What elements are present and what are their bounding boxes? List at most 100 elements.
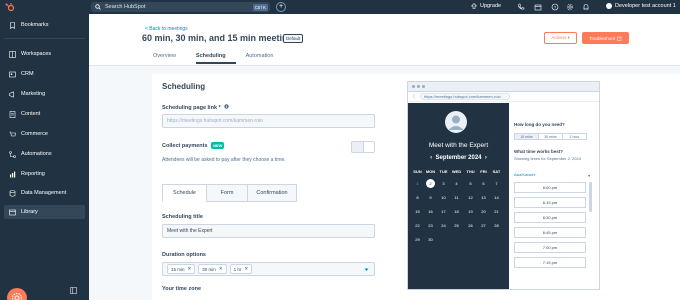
account-menu[interactable]: Developer test account 1 <box>606 3 676 9</box>
help-assistant-button[interactable] <box>7 288 27 300</box>
scheduling-title-input[interactable]: Meet with the Expert <box>162 224 375 238</box>
upgrade-button[interactable]: Upgrade <box>471 3 501 9</box>
calendar-day[interactable]: 15 <box>411 209 424 214</box>
sidebar-item-commerce[interactable]: Commerce <box>4 127 85 141</box>
remove-chip-icon[interactable]: ✕ <box>244 266 248 272</box>
calendar-day[interactable]: 5 <box>464 181 477 186</box>
back-arrow-icon <box>412 94 416 99</box>
calendar-day[interactable]: 1 <box>411 181 424 186</box>
scheduling-link-input[interactable]: https://meetings.hubspot.com/kammen-roio <box>162 114 375 128</box>
actions-dropdown-button[interactable]: Actions ▾ <box>544 32 577 44</box>
duration-chip[interactable]: 15 min ✕ <box>167 264 196 274</box>
sidebar-item-bookmarks[interactable]: Bookmarks <box>4 18 85 32</box>
phone-icon[interactable] <box>517 3 525 11</box>
sidebar-item-library[interactable]: Library <box>4 205 85 219</box>
remove-chip-icon[interactable]: ✕ <box>219 266 223 272</box>
time-picker-panel: How long do you need? 15 mins 30 mins 1 … <box>509 103 599 289</box>
search-shortcut: Ctrl K <box>252 3 268 11</box>
slots-scrollbar[interactable] <box>589 182 592 212</box>
create-new-button[interactable]: + <box>276 2 286 12</box>
calendar-day[interactable]: 7 <box>490 181 503 186</box>
time-slot-button[interactable]: 6:00 pm <box>514 182 586 193</box>
sidebar-item-label: CRM <box>21 71 34 77</box>
tab-scheduling[interactable]: Scheduling <box>195 53 236 64</box>
time-slot-button[interactable]: 6:45 pm <box>514 227 586 238</box>
tab-automation[interactable]: Automation <box>246 53 284 64</box>
subtab-schedule[interactable]: Schedule <box>162 184 207 202</box>
duration-chip[interactable]: 1 hr ✕ <box>229 264 253 274</box>
calendar-day[interactable]: 19 <box>464 209 477 214</box>
sidebar: Bookmarks Workspaces CRM Marketing Conte… <box>0 14 89 300</box>
top-navigation-bar: Search HubSpot Ctrl K + Upgrade ? Develo… <box>0 0 680 14</box>
calendar-day[interactable]: 9 <box>424 195 437 200</box>
time-slot-button[interactable]: 7:00 pm <box>514 242 586 253</box>
back-to-meetings-link[interactable]: < Back to meetings <box>145 26 188 32</box>
calendar-day[interactable]: 30 <box>424 237 437 242</box>
settings-gear-icon[interactable] <box>566 3 574 11</box>
duration-option[interactable]: 30 mins <box>538 133 563 140</box>
timezone-select[interactable]: Asia/Karachi ▾ <box>514 173 590 178</box>
troubleshoot-label: Troubleshoot <box>588 35 616 41</box>
global-search-input[interactable]: Search HubSpot Ctrl K <box>91 2 270 12</box>
calendar-day[interactable]: 23 <box>424 223 437 228</box>
section-title: Scheduling <box>162 82 206 91</box>
calendar-day[interactable]: 20 <box>477 209 490 214</box>
calendar-day[interactable]: 27 <box>477 223 490 228</box>
remove-chip-icon[interactable]: ✕ <box>188 266 192 272</box>
sidebar-item-label: Automations <box>21 151 52 157</box>
calendar-day[interactable]: 29 <box>411 237 424 242</box>
calendar-day[interactable]: 21 <box>490 209 503 214</box>
marketing-icon <box>9 90 14 98</box>
sidebar-item-data-management[interactable]: Data Management <box>4 186 85 200</box>
calendar-day[interactable]: 4 <box>450 181 463 186</box>
sidebar-item-content[interactable]: Content <box>4 107 85 121</box>
duration-option[interactable]: 1 hour <box>562 133 587 140</box>
calendar-day[interactable]: 24 <box>437 223 450 228</box>
sidebar-item-workspaces[interactable]: Workspaces <box>4 47 85 61</box>
calendar-day[interactable]: 22 <box>411 223 424 228</box>
calendar-day[interactable]: 8 <box>411 195 424 200</box>
calendar-day[interactable]: 3 <box>437 181 450 186</box>
info-icon[interactable] <box>224 104 229 109</box>
sidebar-item-reporting[interactable]: Reporting <box>4 167 85 181</box>
calendar-day[interactable]: 13 <box>477 195 490 200</box>
calendar-day[interactable]: 6 <box>477 181 490 186</box>
calendar-day[interactable]: 11 <box>450 195 463 200</box>
prev-month-icon[interactable]: ‹ <box>430 155 432 161</box>
calendar-day[interactable]: 12 <box>464 195 477 200</box>
calendar-day[interactable]: 14 <box>490 195 503 200</box>
collapse-sidebar-icon[interactable] <box>70 287 77 294</box>
time-slot-button[interactable]: 7:15 pm <box>514 257 586 268</box>
chip-label: 1 hr <box>233 266 242 272</box>
duration-option[interactable]: 15 mins <box>514 133 539 140</box>
sidebar-item-marketing[interactable]: Marketing <box>4 87 85 101</box>
subtab-confirmation[interactable]: Confirmation <box>247 184 297 202</box>
sidebar-divider <box>4 38 85 39</box>
duration-options-select[interactable]: 15 min ✕ 30 min ✕ 1 hr ✕ <box>162 262 375 276</box>
time-slot-button[interactable]: 6:30 pm <box>514 212 586 223</box>
calendar-day[interactable]: 25 <box>450 223 463 228</box>
time-slot-button[interactable]: 6:15 pm <box>514 197 586 208</box>
calendar-day[interactable]: 16 <box>424 209 437 214</box>
calendar-day[interactable]: 28 <box>490 223 503 228</box>
calendar-day[interactable]: 18 <box>450 209 463 214</box>
month-navigator: ‹ September 2024 › <box>408 155 509 161</box>
calendar-day[interactable]: 10 <box>437 195 450 200</box>
host-avatar <box>445 111 467 133</box>
help-icon[interactable]: ? <box>551 3 559 11</box>
url-bar: https://meetings.hubspot.com/kammen-roio <box>408 92 599 102</box>
tab-overview[interactable]: Overview <box>153 53 186 64</box>
duration-chip[interactable]: 30 min ✕ <box>198 264 227 274</box>
calendar-day[interactable]: 17 <box>437 209 450 214</box>
sidebar-item-crm[interactable]: CRM <box>4 67 85 81</box>
calendar-day[interactable]: 26 <box>464 223 477 228</box>
sidebar-item-automations[interactable]: Automations <box>4 147 85 161</box>
notifications-bell-icon[interactable] <box>582 3 590 11</box>
hubspot-logo-icon[interactable] <box>5 2 15 12</box>
troubleshoot-button[interactable]: Troubleshoot <box>582 32 629 44</box>
marketplace-icon[interactable] <box>534 3 542 11</box>
subtab-form[interactable]: Form <box>206 184 248 202</box>
collect-payments-toggle[interactable] <box>351 141 375 153</box>
next-month-icon[interactable]: › <box>485 155 487 161</box>
calendar-day-selected[interactable]: 2 <box>426 179 435 188</box>
